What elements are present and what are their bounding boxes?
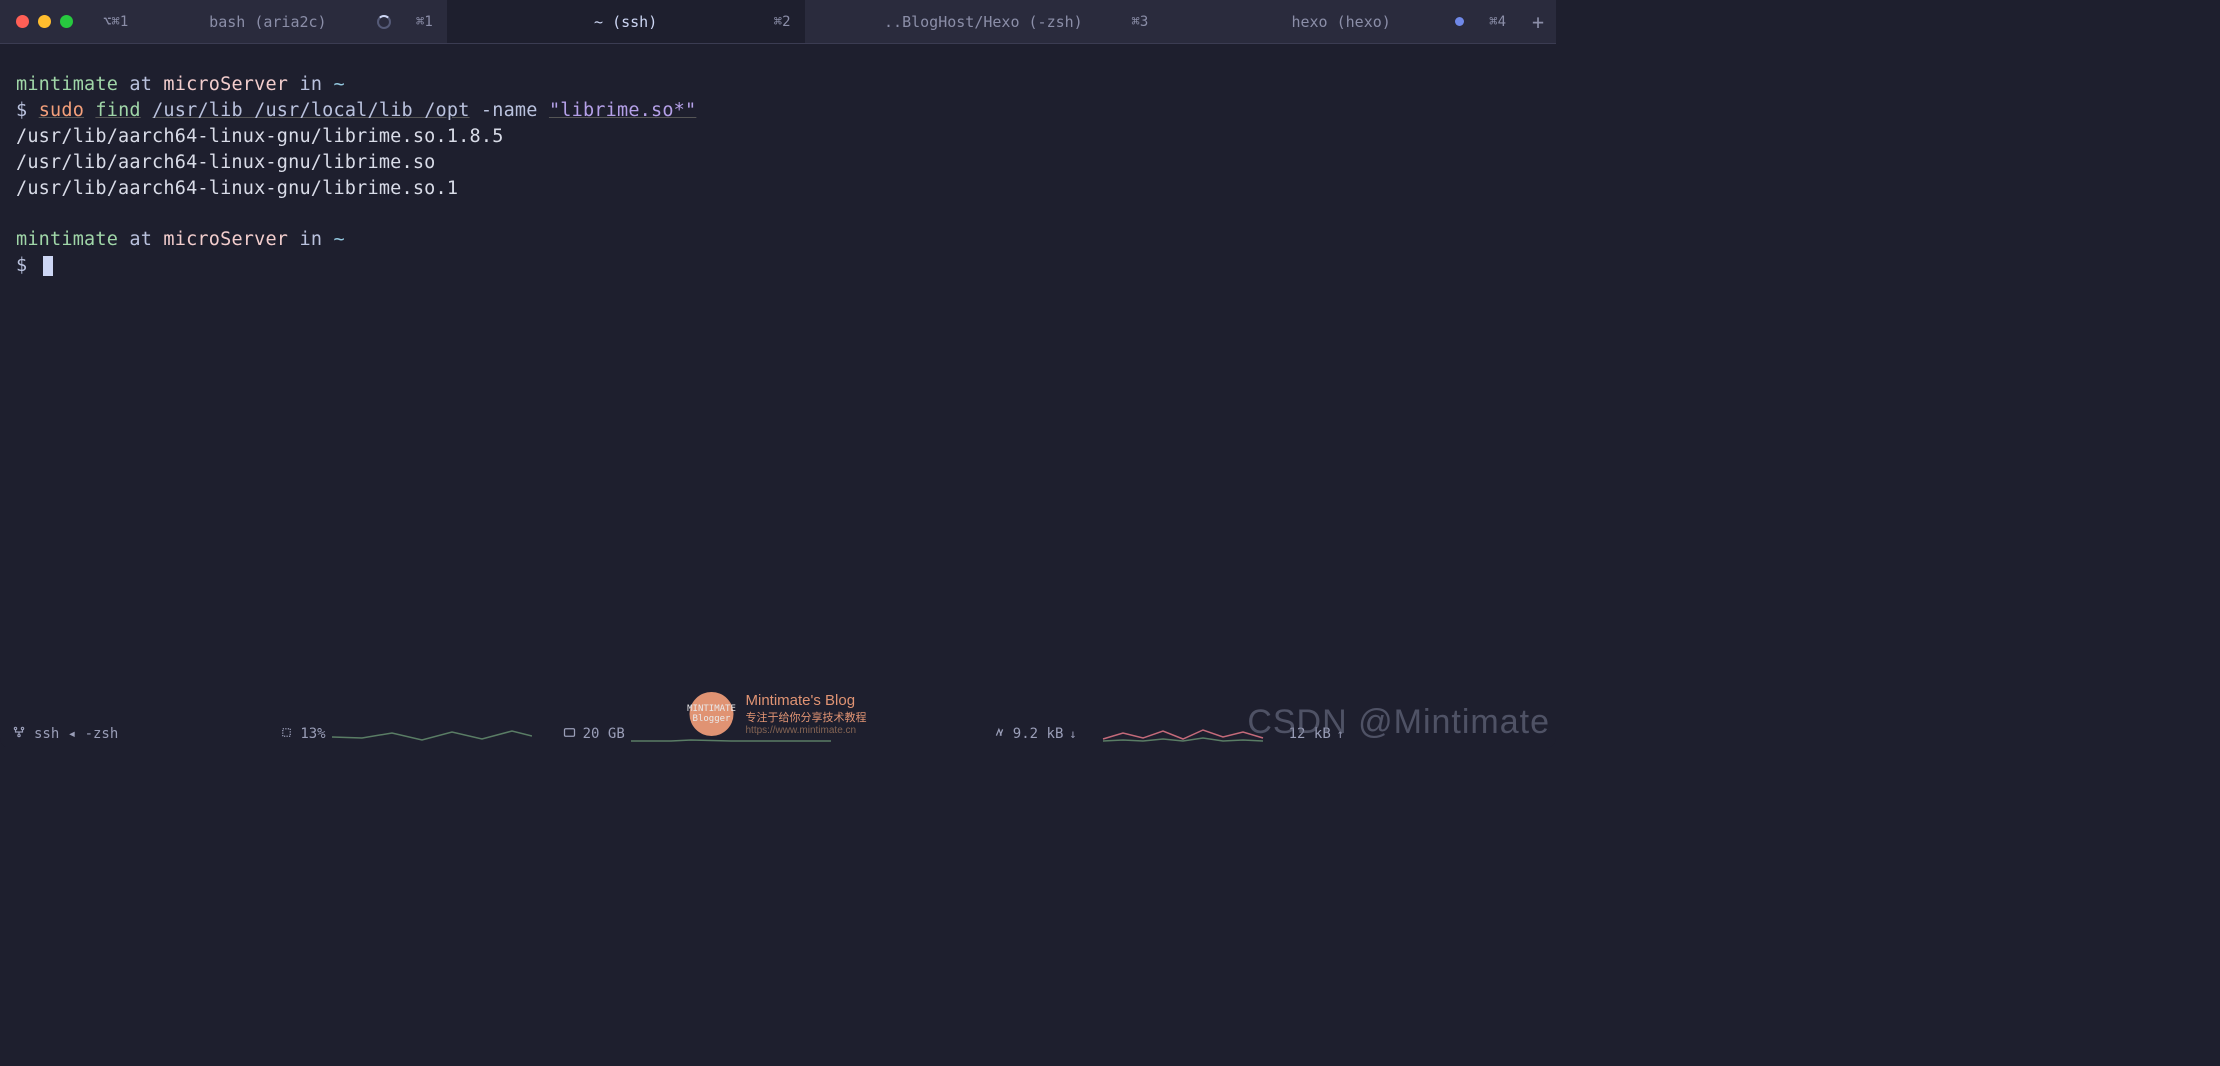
status-session-text: ssh ◂ -zsh	[34, 726, 118, 742]
prompt-path: ~	[334, 74, 345, 95]
cmd-args: /usr/lib /usr/local/lib /opt	[152, 100, 469, 121]
tab-shortcut: ⌘2	[774, 14, 791, 30]
blog-watermark: MINTIMATEBlogger Mintimate's Blog 专注于给你分…	[690, 692, 867, 736]
net-down-value: 9.2 kB	[1013, 726, 1064, 742]
maximize-icon[interactable]	[60, 15, 73, 28]
cpu-value: 13%	[300, 726, 325, 742]
prompt-symbol: $	[16, 100, 27, 121]
cpu-sparkline	[332, 725, 532, 743]
disk-value: 20 GB	[583, 726, 625, 742]
tab-3[interactable]: ..BlogHost/Hexo (-zsh) ⌘3	[805, 0, 1163, 43]
net-icon	[992, 725, 1007, 744]
output-line: /usr/lib/aarch64-linux-gnu/librime.so.1.…	[16, 126, 504, 147]
status-session: ssh ◂ -zsh	[12, 725, 118, 743]
spinner-icon	[377, 15, 391, 29]
tab-title: hexo (hexo)	[1291, 13, 1390, 31]
arrow-down-icon	[1069, 726, 1076, 742]
blog-subtitle: 专注于给你分享技术教程	[746, 709, 867, 725]
blog-url: https://www.mintimate.cn	[746, 725, 867, 736]
cursor-icon	[43, 256, 53, 276]
tab-1[interactable]: ⌥⌘1 bash (aria2c) ⌘1	[89, 0, 447, 43]
disk-icon	[562, 725, 577, 744]
avatar: MINTIMATEBlogger	[690, 692, 734, 736]
network-icon	[12, 725, 26, 743]
prompt-user: mintimate	[16, 229, 118, 250]
prompt-at: at	[129, 229, 152, 250]
close-icon[interactable]	[16, 15, 29, 28]
tab-title: bash (aria2c)	[209, 13, 326, 31]
tab-title: ..BlogHost/Hexo (-zsh)	[884, 13, 1083, 31]
tab-shortcut: ⌘4	[1489, 14, 1506, 30]
cmd-flag: -name	[481, 100, 538, 121]
add-tab-button[interactable]: +	[1520, 10, 1556, 34]
prompt-in: in	[299, 74, 322, 95]
tab-shortcut: ⌘3	[1131, 14, 1148, 30]
prompt-in: in	[299, 229, 322, 250]
csdn-watermark: CSDN @Mintimate	[1247, 703, 1550, 742]
prompt-host: microServer	[163, 229, 288, 250]
tab-2-active[interactable]: ~ (ssh) ⌘2	[447, 0, 805, 43]
output-line: /usr/lib/aarch64-linux-gnu/librime.so	[16, 152, 436, 173]
cpu-icon	[279, 725, 294, 744]
tab-title: ~ (ssh)	[594, 13, 657, 31]
activity-dot-icon	[1455, 17, 1464, 26]
prompt-host: microServer	[163, 74, 288, 95]
blog-title: Mintimate's Blog	[746, 692, 867, 709]
traffic-lights	[0, 15, 89, 28]
cmd-find: find	[95, 100, 140, 121]
prompt-user: mintimate	[16, 74, 118, 95]
prompt-symbol: $	[16, 255, 27, 276]
cmd-sudo: sudo	[39, 100, 84, 121]
terminal-area[interactable]: mintimate at microServer in ~ $ sudo fin…	[0, 44, 1556, 748]
status-cpu: 13%	[279, 725, 531, 744]
tab-left-glyph: ⌥⌘1	[103, 14, 128, 30]
output-line: /usr/lib/aarch64-linux-gnu/librime.so.1	[16, 178, 458, 199]
tab-bar: ⌥⌘1 bash (aria2c) ⌘1 ~ (ssh) ⌘2 ..BlogHo…	[0, 0, 1556, 44]
tab-shortcut: ⌘1	[416, 14, 433, 30]
minimize-icon[interactable]	[38, 15, 51, 28]
cmd-string: "librime.so*"	[549, 100, 696, 121]
prompt-path: ~	[334, 229, 345, 250]
prompt-at: at	[129, 74, 152, 95]
tab-4[interactable]: hexo (hexo) ⌘4	[1162, 0, 1520, 43]
